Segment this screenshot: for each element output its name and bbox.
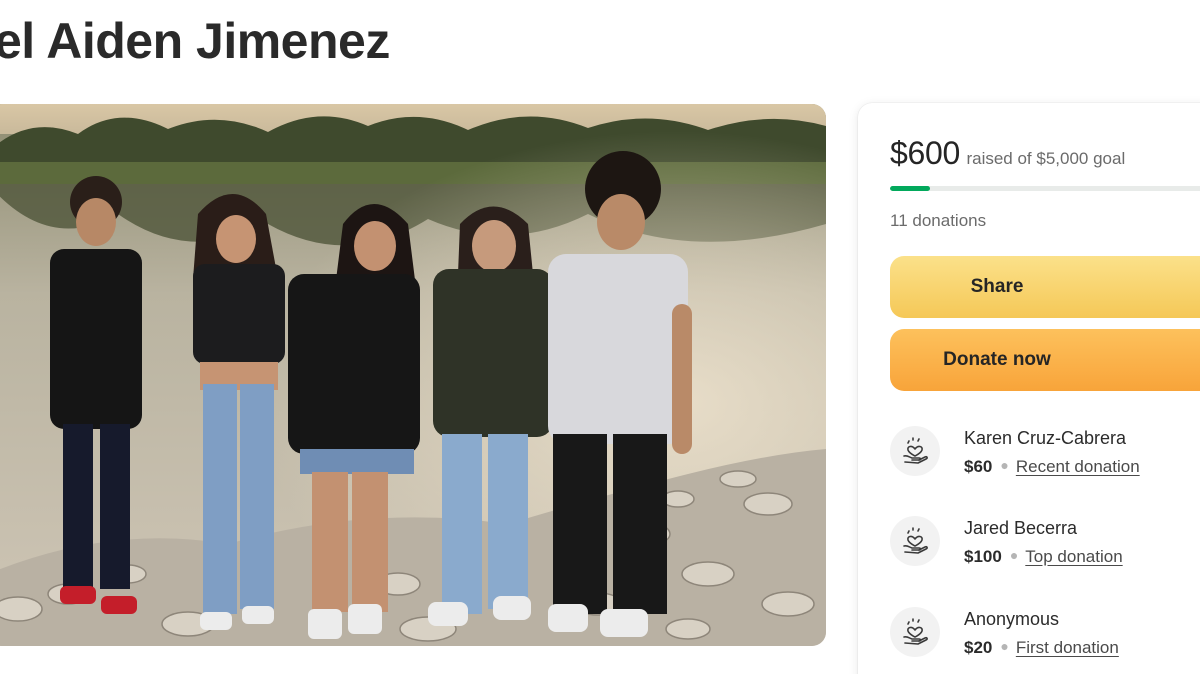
share-button-label: Share xyxy=(970,276,1024,297)
family-photo-image xyxy=(0,104,826,646)
progress-bar xyxy=(890,186,1200,191)
donor-meta: $20 ● First donation xyxy=(964,638,1119,658)
page-title: el Aiden Jimenez xyxy=(0,13,390,69)
separator-dot: ● xyxy=(1000,638,1009,654)
donate-now-button[interactable]: Donate now xyxy=(890,329,1200,391)
donor-tag-link[interactable]: Recent donation xyxy=(1016,457,1140,476)
donor-name: Karen Cruz-Cabrera xyxy=(964,428,1127,448)
donor-row: Karen Cruz-Cabrera $60 ● Recent donation xyxy=(890,426,1200,482)
donor-tag-link[interactable]: First donation xyxy=(1016,638,1119,657)
separator-dot: ● xyxy=(1000,457,1009,473)
heart-hand-icon xyxy=(890,607,940,657)
heart-hand-icon xyxy=(890,426,940,476)
donor-row: Anonymous $20 ● First donation xyxy=(890,607,1200,663)
donor-meta: $100 ● Top donation xyxy=(964,547,1123,567)
donor-amount: $20 xyxy=(964,638,993,657)
donation-count[interactable]: 11 donations xyxy=(890,211,986,231)
share-button[interactable]: Share xyxy=(890,256,1200,318)
donor-meta: $60 ● Recent donation xyxy=(964,457,1140,477)
progress-fill xyxy=(890,186,930,191)
goal-text: raised of $5,000 goal xyxy=(966,149,1126,168)
donor-amount: $100 xyxy=(964,547,1002,566)
heart-hand-icon xyxy=(890,516,940,566)
amount-raised: $600 xyxy=(890,135,960,171)
donation-card: $600 raised of $5,000 goal 11 donations … xyxy=(858,103,1200,674)
donor-name: Jared Becerra xyxy=(964,518,1078,538)
campaign-photo[interactable] xyxy=(0,104,826,646)
donor-amount: $60 xyxy=(964,457,993,476)
amount-raised-summary: $600 raised of $5,000 goal xyxy=(890,135,1125,172)
donor-name: Anonymous xyxy=(964,609,1060,629)
donor-row: Jared Becerra $100 ● Top donation xyxy=(890,516,1200,572)
separator-dot: ● xyxy=(1009,547,1019,563)
donor-tag-link[interactable]: Top donation xyxy=(1025,547,1122,566)
donate-button-label: Donate now xyxy=(943,349,1051,370)
